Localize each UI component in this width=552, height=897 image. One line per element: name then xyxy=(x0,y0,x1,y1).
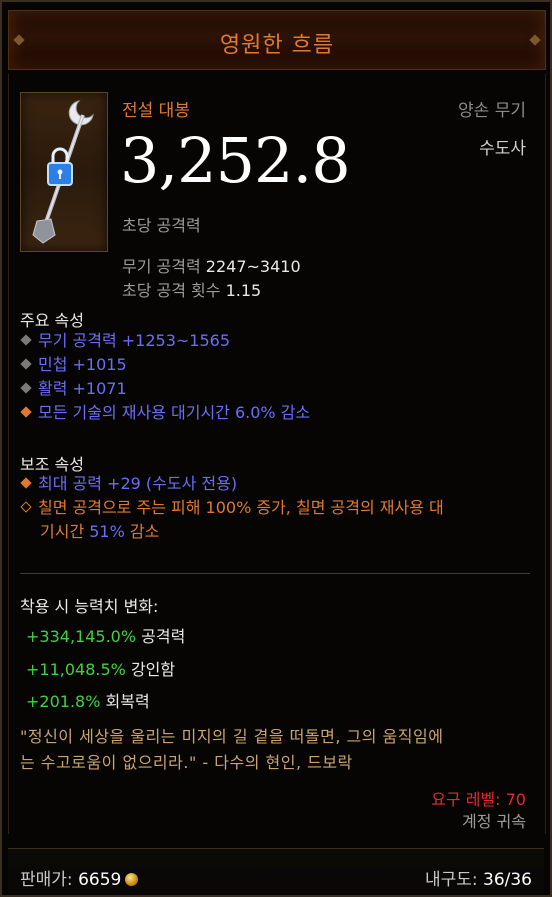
stat-change-heading: 착용 시 능력치 변화: xyxy=(20,597,159,616)
bullet-diamond-icon xyxy=(20,382,32,394)
gold-coin-icon xyxy=(125,873,139,886)
primary-affix: 모든 기술의 재사용 대기시간 6.0% 감소 xyxy=(20,401,537,425)
divider xyxy=(20,573,530,574)
durability: 내구도: 36/36 xyxy=(424,870,532,890)
primary-affix: 무기 공격력 +1253~1565 xyxy=(20,329,537,353)
sell-price: 판매가: 6659 xyxy=(20,865,139,890)
primary-heading: 주요 속성 xyxy=(20,311,84,330)
item-rarity-type: 전설 대봉 xyxy=(122,101,190,121)
legendary-power-continuation: 기시간 51% 감소 xyxy=(40,522,160,541)
required-level: 요구 레벨: 70 xyxy=(431,790,526,809)
item-dps-value: 3,252.8 xyxy=(120,124,351,197)
weapon-damage-line: 무기 공격력 2247~3410 xyxy=(122,253,301,277)
stat-change-row: +334,145.0% 공격력 xyxy=(26,627,186,646)
item-class: 수도사 xyxy=(479,139,526,159)
item-tooltip: 영원한 흐름 전설 대봉 양손 무기 수도사 3,252.8 초당 공격력 무기… xyxy=(0,0,552,897)
weapon-damage-label: 무기 공격력 xyxy=(122,257,201,276)
secondary-affix: 최대 공력 +29 (수도사 전용) xyxy=(20,472,537,496)
weapon-damage-value: 2247~3410 xyxy=(205,257,301,276)
item-slot: 양손 무기 xyxy=(458,101,526,121)
stat-change-row: +201.8% 회복력 xyxy=(26,692,150,711)
bullet-diamond-icon xyxy=(20,334,32,346)
primary-affix: 활력 +1071 xyxy=(20,377,537,401)
tooltip-footer: 판매가: 6659 내구도: 36/36 xyxy=(8,848,544,893)
account-bound: 계정 귀속 xyxy=(462,812,526,831)
item-dps-label: 초당 공격력 xyxy=(122,216,201,235)
legendary-bullet-icon xyxy=(20,501,32,513)
bullet-diamond-icon xyxy=(20,477,32,489)
flavor-text: "정신이 세상을 울리는 미지의 길 곁을 떠돌면, 그의 움직임에 는 수고로… xyxy=(20,727,444,772)
attack-speed-label: 초당 공격 횟수 xyxy=(122,281,221,300)
bullet-diamond-icon xyxy=(20,358,32,370)
bullet-diamond-icon xyxy=(20,406,32,418)
daibo-staff-with-lock-icon xyxy=(32,100,94,244)
item-title-bar: 영원한 흐름 xyxy=(8,10,546,70)
attack-speed-value: 1.15 xyxy=(225,281,262,300)
attack-speed-line: 초당 공격 횟수 1.15 xyxy=(122,277,261,301)
primary-affix: 민첩 +1015 xyxy=(20,353,537,377)
legendary-power-affix: 칠면 공격으로 주는 피해 100% 증가, 칠면 공격의 재사용 대 기시간 … xyxy=(20,496,537,544)
item-icon-frame xyxy=(20,92,108,252)
stat-change-row: +11,048.5% 강인함 xyxy=(26,660,176,679)
item-name: 영원한 흐름 xyxy=(219,33,335,58)
